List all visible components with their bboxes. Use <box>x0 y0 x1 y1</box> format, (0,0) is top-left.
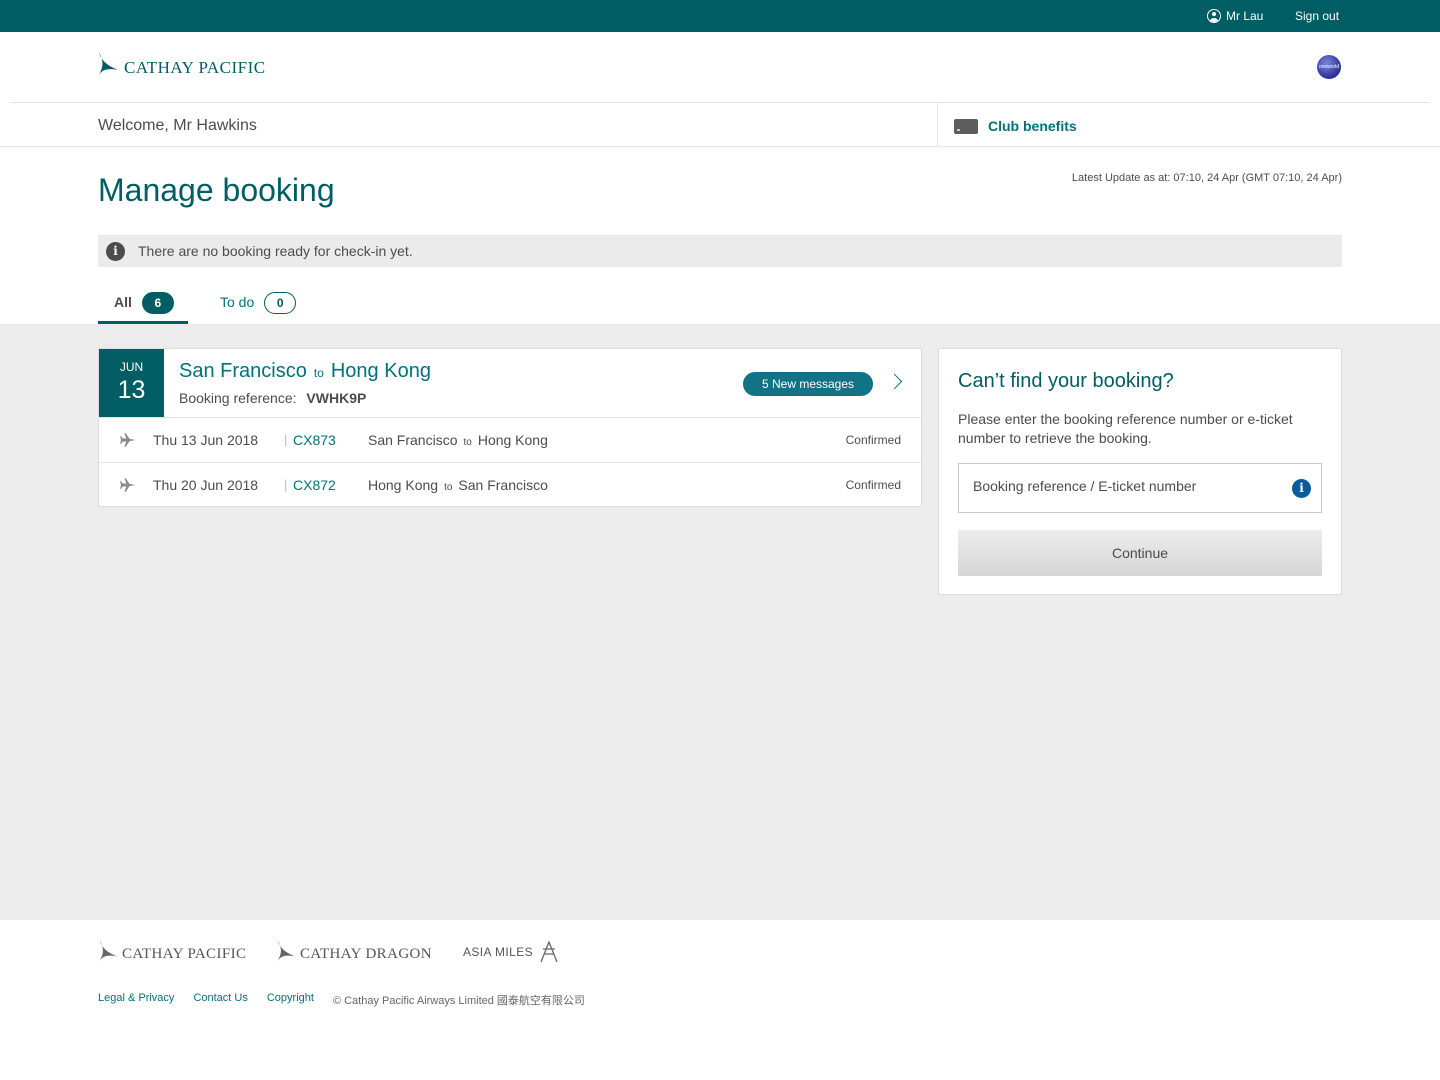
tab-all[interactable]: All 6 <box>98 288 188 324</box>
route-destination: Hong Kong <box>330 360 431 382</box>
booking-reference: Booking reference: VWHK9P <box>179 390 366 406</box>
welcome-divider <box>937 103 938 147</box>
airplane-icon <box>120 478 136 492</box>
legal-privacy-link[interactable]: Legal & Privacy <box>98 992 174 1008</box>
info-icon[interactable]: i <box>1292 479 1311 498</box>
info-icon: i <box>106 241 125 261</box>
segment-status: Confirmed <box>845 433 901 447</box>
segment-destination: San Francisco <box>458 477 548 493</box>
info-message: There are no booking ready for check-in … <box>138 243 413 259</box>
club-benefits-link[interactable]: Club benefits <box>954 118 1077 134</box>
user-icon <box>1207 9 1221 23</box>
logo-text: CATHAY PACIFIC <box>124 58 266 77</box>
route-origin: San Francisco <box>179 360 307 382</box>
booking-reference-label: Booking reference: <box>179 390 297 406</box>
find-booking-panel: Can’t find your booking? Please enter th… <box>938 348 1342 595</box>
flight-segment[interactable]: Thu 20 Jun 2018 | CX872 Hong Kong to San… <box>99 462 921 506</box>
site-header: CATHAY PACIFIC oneworld <box>0 32 1440 102</box>
tab-label: To do <box>220 294 255 310</box>
segment-separator: | <box>284 432 288 447</box>
booking-reference-field[interactable]: i <box>958 463 1322 513</box>
cathay-pacific-logo[interactable]: CATHAY PACIFIC <box>98 52 266 76</box>
segment-origin: San Francisco <box>368 432 458 448</box>
segment-separator: | <box>284 477 288 492</box>
booking-day: 13 <box>117 376 146 404</box>
route-to-word: to <box>313 366 324 380</box>
brushwing-icon <box>99 52 118 75</box>
tab-count-badge: 6 <box>141 292 174 314</box>
segment-destination: Hong Kong <box>477 432 548 448</box>
segment-route: Hong Kong to San Francisco <box>368 477 548 493</box>
segment-date: Thu 13 Jun 2018 <box>153 432 259 448</box>
cathay-dragon-footer-logo[interactable]: CATHAY DRAGON <box>276 940 432 962</box>
booking-date-box: JUN 13 <box>99 349 164 417</box>
new-messages-badge[interactable]: 5 New messages <box>743 372 873 396</box>
booking-route[interactable]: San Francisco to Hong Kong <box>179 360 431 383</box>
booking-month: JUN <box>119 360 144 374</box>
cathay-pacific-footer-logo[interactable]: CATHAY PACIFIC <box>98 940 246 962</box>
brushwing-icon <box>277 940 296 962</box>
segment-to-word: to <box>444 482 453 493</box>
airplane-icon <box>120 433 136 447</box>
flight-number[interactable]: CX872 <box>293 477 336 493</box>
find-booking-title: Can’t find your booking? <box>958 370 1174 392</box>
booking-card: JUN 13 San Francisco to Hong Kong Bookin… <box>98 348 922 507</box>
footer-logo-text: CATHAY DRAGON <box>300 946 433 962</box>
footer-logo-text: ASIA MILES <box>463 944 534 959</box>
asia-miles-mark-icon <box>540 941 558 963</box>
sign-out-link[interactable]: Sign out <box>1295 9 1339 23</box>
checkin-info-bar: i There are no booking ready for check-i… <box>98 235 1342 267</box>
find-booking-description: Please enter the booking reference numbe… <box>958 411 1293 446</box>
welcome-row: Welcome, Mr Hawkins Club benefits <box>0 103 1440 147</box>
contact-us-link[interactable]: Contact Us <box>193 992 247 1008</box>
page-title: Manage booking <box>98 172 335 208</box>
segment-status: Confirmed <box>845 478 901 492</box>
segment-origin: Hong Kong <box>368 477 439 493</box>
membership-card-icon <box>954 118 978 134</box>
continue-button[interactable]: Continue <box>958 530 1322 576</box>
tab-to-do[interactable]: To do 0 <box>220 288 310 324</box>
brushwing-icon <box>99 940 118 962</box>
copyright-text: © Cathay Pacific Airways Limited 國泰航空有限公… <box>332 995 585 1007</box>
club-benefits-label: Club benefits <box>988 118 1077 134</box>
segment-date: Thu 20 Jun 2018 <box>153 477 259 493</box>
chevron-right-icon[interactable] <box>886 373 903 390</box>
latest-update: Latest Update as at: 07:10, 24 Apr (GMT … <box>1071 172 1342 184</box>
tab-label: All <box>114 294 132 310</box>
booking-reference-input[interactable] <box>973 478 1273 494</box>
top-bar: Mr Lau Sign out <box>0 0 1440 32</box>
footer-logo-text: CATHAY PACIFIC <box>122 946 247 962</box>
welcome-text: Welcome, Mr Hawkins <box>98 117 257 134</box>
booking-reference-code: VWHK9P <box>306 390 367 406</box>
copyright-link[interactable]: Copyright <box>267 992 314 1008</box>
site-footer: CATHAY PACIFIC CATHAY DRAGON ASIA MILES … <box>0 920 1440 1080</box>
segment-route: San Francisco to Hong Kong <box>368 432 548 448</box>
flight-segment[interactable]: Thu 13 Jun 2018 | CX873 San Francisco to… <box>99 417 921 461</box>
user-name: Mr Lau <box>1226 9 1264 23</box>
flight-number[interactable]: CX873 <box>293 432 336 448</box>
footer-links: Legal & Privacy Contact Us Copyright © C… <box>98 992 585 1008</box>
oneworld-logo: oneworld <box>1317 55 1341 79</box>
segment-to-word: to <box>463 437 472 448</box>
asia-miles-footer-logo[interactable]: ASIA MILES <box>463 941 559 963</box>
tab-count-badge: 0 <box>264 292 297 314</box>
user-account-link[interactable]: Mr Lau <box>1207 9 1263 23</box>
